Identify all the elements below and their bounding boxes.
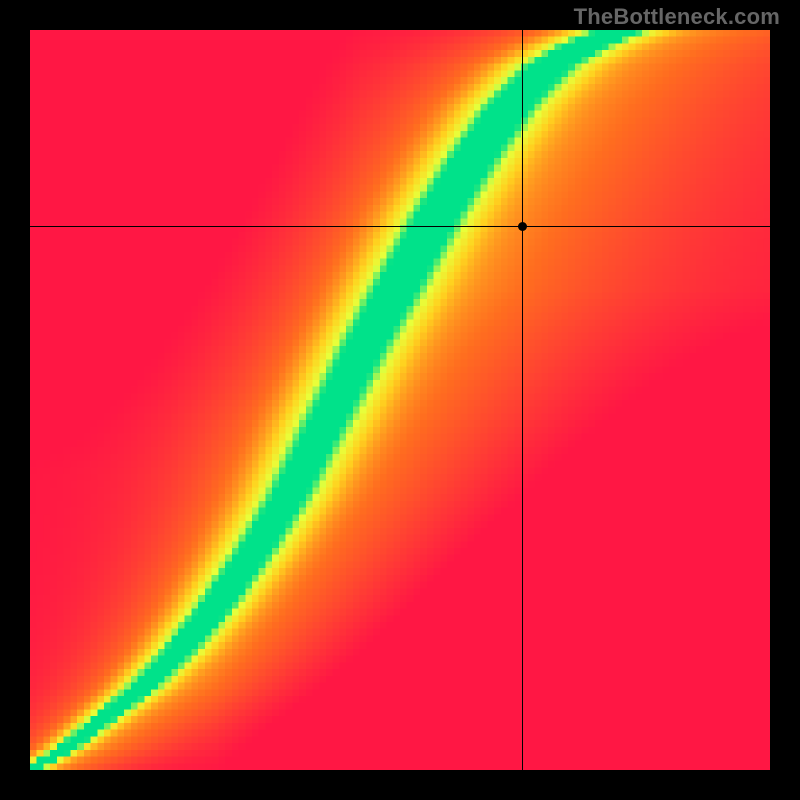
heatmap-canvas	[30, 30, 770, 770]
watermark-text: TheBottleneck.com	[574, 4, 780, 30]
chart-frame: TheBottleneck.com	[0, 0, 800, 800]
plot-area	[30, 30, 770, 770]
